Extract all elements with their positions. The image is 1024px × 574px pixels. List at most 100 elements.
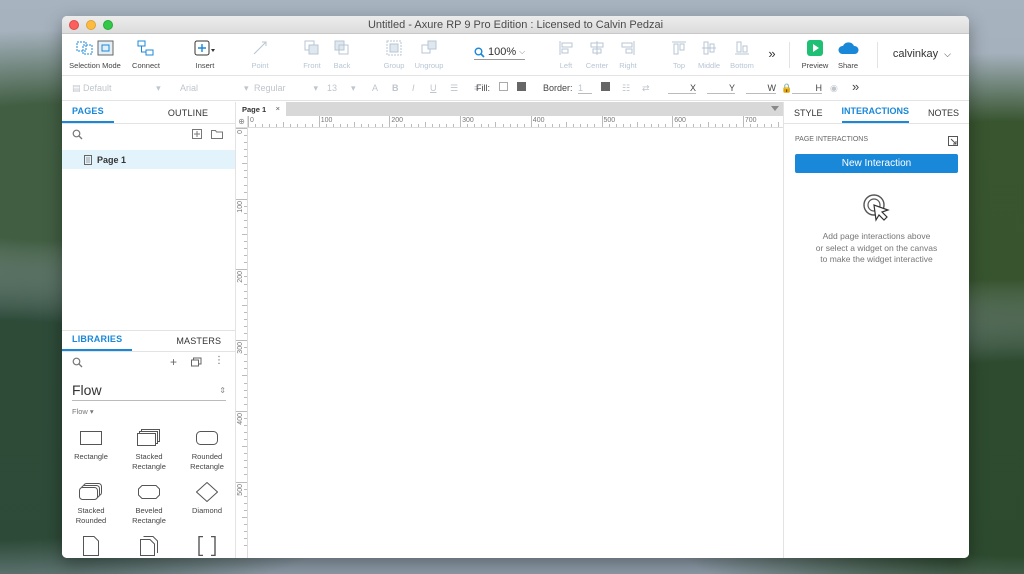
group-button[interactable]: Group bbox=[382, 39, 406, 70]
ruler-tick bbox=[749, 124, 751, 127]
ruler-tick bbox=[290, 124, 292, 127]
fill-image-icon[interactable] bbox=[517, 82, 526, 93]
line-style-icon[interactable]: ☷ bbox=[622, 83, 630, 94]
arrow-style-icon[interactable]: ⇄ bbox=[642, 83, 650, 94]
back-button[interactable]: Back bbox=[330, 39, 354, 70]
ruler-tick bbox=[424, 122, 426, 127]
widget-bracket[interactable] bbox=[178, 534, 236, 558]
share-button[interactable]: Share bbox=[834, 39, 862, 70]
ruler-tick bbox=[318, 116, 320, 127]
align-middle-button[interactable]: Middle bbox=[696, 39, 722, 70]
align-left-button[interactable]: Left bbox=[554, 39, 578, 70]
widget-beveled-rectangle[interactable]: Beveled Rectangle bbox=[120, 480, 178, 526]
ungroup-button[interactable]: Ungroup bbox=[414, 39, 444, 70]
ruler-tick bbox=[244, 156, 247, 158]
more-options-icon[interactable]: ⋮ bbox=[214, 355, 224, 366]
font-weight-select[interactable]: Regular ▾ bbox=[254, 83, 318, 94]
ruler-tick bbox=[403, 124, 405, 127]
width-input[interactable]: W bbox=[746, 83, 776, 94]
add-page-icon[interactable] bbox=[192, 129, 202, 139]
library-category[interactable]: Flow ▾ bbox=[72, 407, 226, 416]
add-library-icon[interactable]: + bbox=[170, 355, 177, 369]
insert-button[interactable]: Insert bbox=[190, 39, 220, 70]
align-right-label: Right bbox=[619, 61, 637, 70]
chevron-down-icon: ▾ bbox=[351, 83, 356, 93]
style-select[interactable]: ▤ Default ▾ bbox=[72, 83, 161, 94]
new-interaction-button[interactable]: New Interaction bbox=[795, 154, 958, 173]
ruler-tick bbox=[757, 124, 759, 127]
double-chevron-right-icon[interactable]: » bbox=[852, 79, 859, 94]
widget-rounded-rectangle[interactable]: Rounded Rectangle bbox=[178, 426, 236, 472]
widget-document[interactable] bbox=[62, 534, 120, 558]
front-button[interactable]: Front bbox=[300, 39, 324, 70]
main-toolbar: Selection Mode Connect Insert Point Fron… bbox=[62, 34, 969, 76]
ruler-origin-icon[interactable]: ⊕ bbox=[236, 116, 248, 128]
library-stack-icon[interactable] bbox=[191, 357, 202, 367]
search-icon[interactable] bbox=[72, 129, 83, 140]
close-window-button[interactable] bbox=[69, 20, 79, 30]
ungroup-icon bbox=[421, 40, 437, 54]
design-canvas[interactable] bbox=[248, 128, 783, 558]
italic-icon[interactable]: I bbox=[412, 83, 415, 93]
ruler-tick bbox=[509, 124, 511, 127]
window-title: Untitled - Axure RP 9 Pro Edition : Lice… bbox=[367, 19, 664, 31]
preview-button[interactable]: Preview bbox=[800, 39, 830, 70]
tab-interactions[interactable]: INTERACTIONS bbox=[841, 106, 909, 123]
ruler-tick bbox=[242, 375, 247, 377]
tab-libraries[interactable]: LIBRARIES bbox=[62, 334, 133, 351]
y-input[interactable]: Y bbox=[707, 83, 735, 94]
library-name: Flow bbox=[72, 382, 102, 398]
maximize-window-button[interactable] bbox=[103, 20, 113, 30]
ruler-tick-label: 400 bbox=[237, 412, 244, 425]
tab-notes[interactable]: NOTES bbox=[928, 108, 959, 123]
ruler-tick-label: 500 bbox=[603, 117, 616, 124]
ruler-tick bbox=[236, 340, 247, 342]
bullet-list-icon[interactable]: ☰ bbox=[450, 83, 458, 94]
widget-stacked-rounded[interactable]: Stacked Rounded bbox=[62, 480, 120, 526]
widget-stacked-document[interactable] bbox=[120, 534, 178, 558]
minimize-window-button[interactable] bbox=[86, 20, 96, 30]
close-icon[interactable]: × bbox=[276, 104, 280, 113]
ruler-tick bbox=[523, 124, 525, 127]
font-select[interactable]: Arial ▾ bbox=[180, 83, 249, 94]
connect-button[interactable]: Connect bbox=[130, 39, 162, 70]
font-size-select[interactable]: 13 ▾ bbox=[327, 83, 356, 94]
ruler-tick bbox=[244, 467, 247, 469]
ruler-tick bbox=[244, 333, 247, 335]
format-painter-icon: ▤ bbox=[72, 83, 81, 93]
tab-list-dropdown-icon[interactable] bbox=[771, 106, 779, 111]
align-top-button[interactable]: Top bbox=[668, 39, 690, 70]
user-menu[interactable]: calvinkay ⌵ bbox=[893, 48, 951, 60]
bold-icon[interactable]: B bbox=[392, 83, 399, 93]
align-bottom-button[interactable]: Bottom bbox=[728, 39, 756, 70]
text-color-icon[interactable]: A bbox=[372, 83, 378, 93]
height-input[interactable]: H bbox=[792, 83, 822, 94]
align-right-button[interactable]: Right bbox=[616, 39, 640, 70]
point-button[interactable]: Point bbox=[248, 39, 272, 70]
page-tab[interactable]: Page 1 × bbox=[236, 102, 286, 116]
tab-style[interactable]: STYLE bbox=[794, 108, 823, 123]
search-icon[interactable] bbox=[72, 357, 83, 368]
widget-diamond[interactable]: Diamond bbox=[178, 480, 236, 526]
tab-masters[interactable]: MASTERS bbox=[166, 336, 231, 351]
tab-outline[interactable]: OUTLINE bbox=[158, 108, 218, 123]
align-center-button[interactable]: Center bbox=[584, 39, 610, 70]
underline-icon[interactable]: U bbox=[430, 83, 437, 93]
fill-color-swatch[interactable] bbox=[499, 82, 508, 93]
page-list-item[interactable]: Page 1 bbox=[62, 150, 235, 169]
border-width-input[interactable]: 1 bbox=[578, 83, 592, 94]
x-input[interactable]: X bbox=[668, 83, 696, 94]
tab-pages[interactable]: PAGES bbox=[62, 106, 114, 123]
border-color-swatch[interactable] bbox=[601, 82, 610, 93]
widget-stacked-rectangle[interactable]: Stacked Rectangle bbox=[120, 426, 178, 472]
visibility-eye-icon[interactable]: ◉ bbox=[830, 83, 838, 94]
add-folder-icon[interactable] bbox=[211, 129, 223, 139]
expand-dialog-icon[interactable] bbox=[948, 136, 958, 146]
library-select[interactable]: Flow ⇕ bbox=[72, 382, 226, 401]
selection-mode-button[interactable]: Selection Mode bbox=[68, 39, 122, 70]
lock-icon[interactable]: 🔒 bbox=[781, 83, 792, 94]
ruler-tick bbox=[573, 124, 575, 127]
zoom-select[interactable]: 100% ⌵ bbox=[474, 46, 526, 60]
toolbar-overflow-button[interactable]: » bbox=[764, 46, 780, 61]
widget-rectangle[interactable]: Rectangle bbox=[62, 426, 120, 472]
